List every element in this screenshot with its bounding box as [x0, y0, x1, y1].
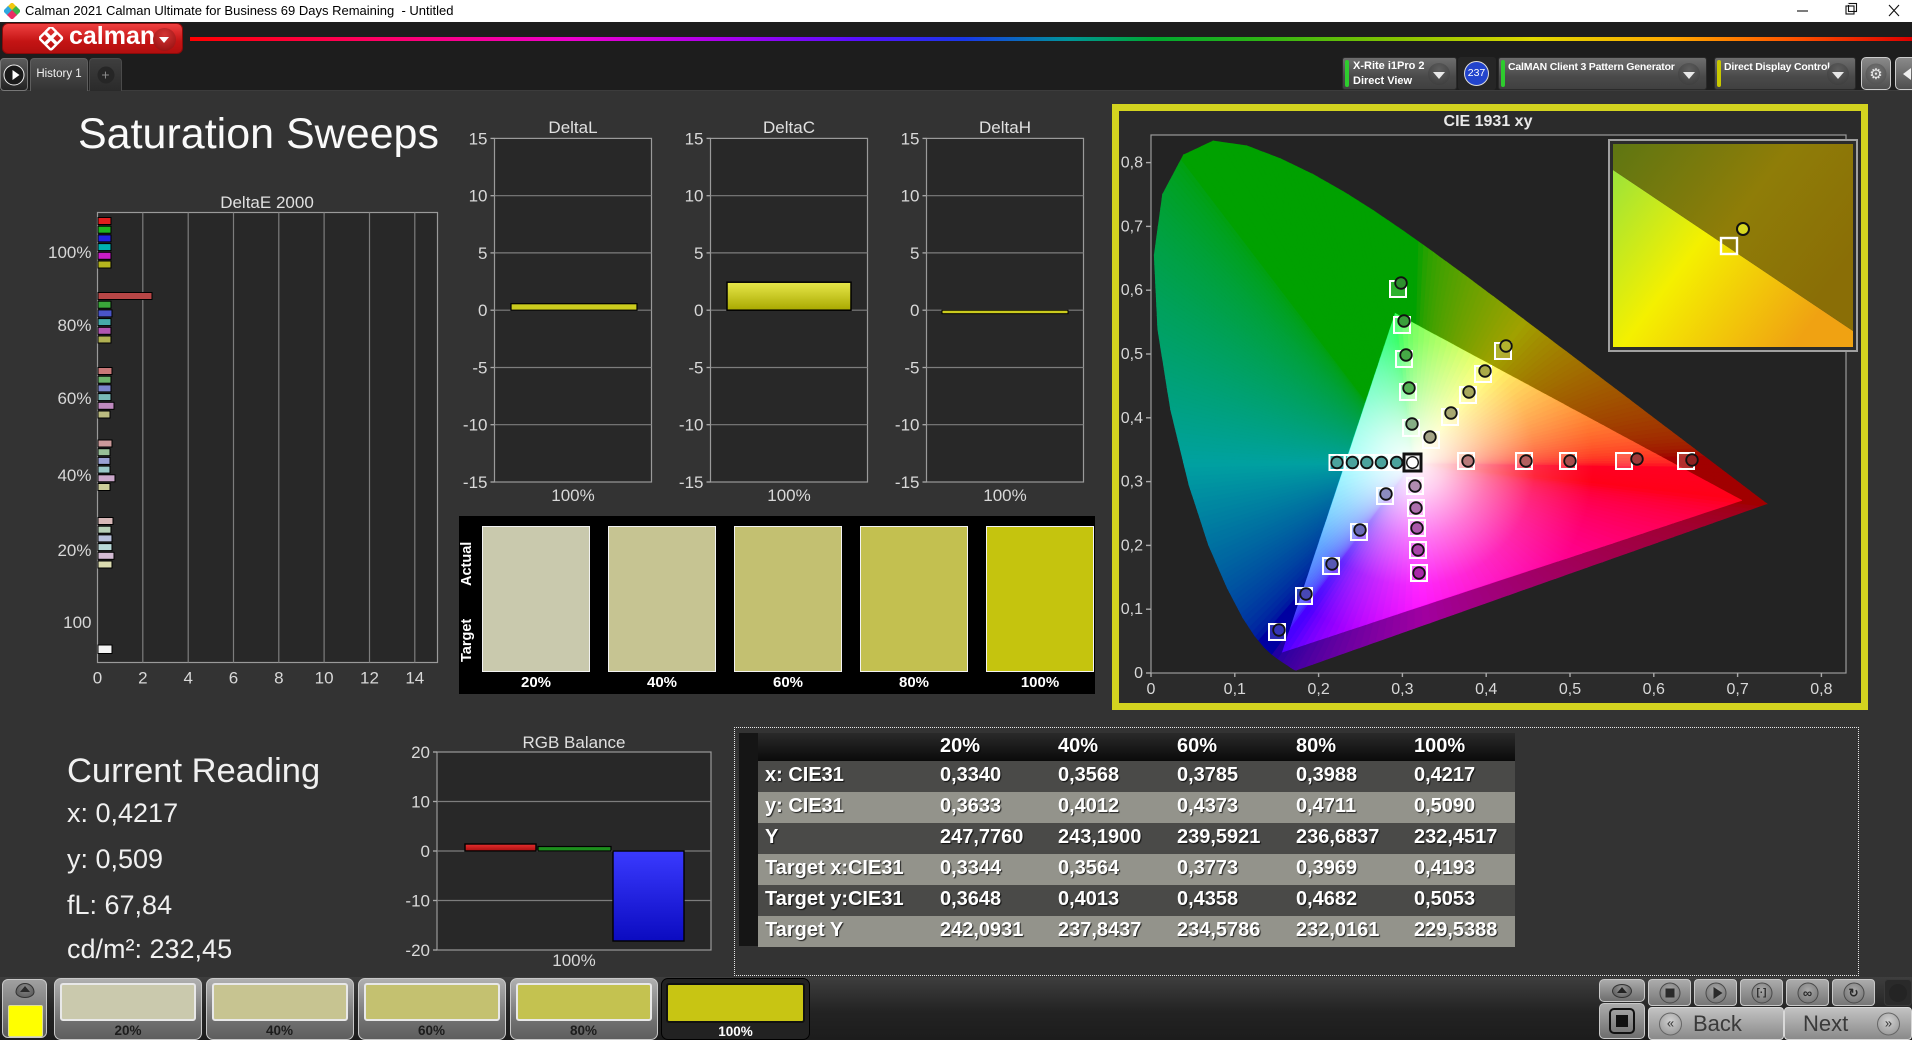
- svg-text:0,2: 0,2: [1307, 681, 1329, 698]
- svg-text:5: 5: [694, 244, 703, 263]
- svg-text:10: 10: [411, 793, 430, 812]
- svg-text:20: 20: [411, 743, 430, 762]
- svg-text:12: 12: [360, 669, 379, 688]
- svg-text:100%: 100%: [983, 486, 1026, 505]
- svg-text:0,1: 0,1: [1224, 681, 1246, 698]
- svg-text:RGB Balance: RGB Balance: [523, 733, 626, 752]
- svg-text:0: 0: [910, 301, 919, 320]
- svg-text:DeltaC: DeltaC: [763, 118, 815, 137]
- svg-text:0,3: 0,3: [1391, 681, 1413, 698]
- svg-text:15: 15: [901, 129, 920, 148]
- svg-text:0,8: 0,8: [1121, 155, 1143, 172]
- svg-text:2: 2: [138, 669, 147, 688]
- svg-text:0: 0: [1134, 665, 1143, 682]
- svg-text:14: 14: [405, 669, 424, 688]
- svg-text:-10: -10: [405, 892, 430, 911]
- svg-text:15: 15: [685, 129, 704, 148]
- svg-text:-10: -10: [895, 416, 920, 435]
- svg-text:0: 0: [93, 669, 102, 688]
- svg-text:60%: 60%: [57, 389, 91, 408]
- svg-text:0,4: 0,4: [1121, 410, 1143, 427]
- svg-text:CIE 1931 xy: CIE 1931 xy: [1444, 113, 1533, 130]
- svg-text:10: 10: [315, 669, 334, 688]
- svg-text:100%: 100%: [551, 486, 594, 505]
- svg-text:0: 0: [421, 842, 430, 861]
- svg-text:0: 0: [478, 301, 487, 320]
- svg-text:0,1: 0,1: [1121, 601, 1143, 618]
- svg-text:100%: 100%: [767, 486, 810, 505]
- svg-text:40%: 40%: [57, 466, 91, 485]
- svg-text:-15: -15: [895, 473, 920, 492]
- svg-text:15: 15: [469, 129, 488, 148]
- svg-text:8: 8: [274, 669, 283, 688]
- svg-text:0,5: 0,5: [1559, 681, 1581, 698]
- svg-text:100: 100: [63, 613, 91, 632]
- svg-text:DeltaL: DeltaL: [548, 118, 597, 137]
- svg-text:-10: -10: [463, 416, 488, 435]
- svg-text:100%: 100%: [552, 951, 595, 970]
- svg-text:-15: -15: [463, 473, 488, 492]
- svg-text:6: 6: [229, 669, 238, 688]
- svg-text:DeltaH: DeltaH: [979, 118, 1031, 137]
- svg-text:0,6: 0,6: [1643, 681, 1665, 698]
- svg-text:0,2: 0,2: [1121, 537, 1143, 554]
- svg-text:20%: 20%: [57, 541, 91, 560]
- svg-text:0,4: 0,4: [1475, 681, 1497, 698]
- svg-text:80%: 80%: [57, 316, 91, 335]
- svg-text:100%: 100%: [48, 243, 91, 262]
- svg-text:-20: -20: [405, 941, 430, 960]
- svg-text:0,5: 0,5: [1121, 346, 1143, 363]
- svg-text:10: 10: [685, 187, 704, 206]
- svg-text:0: 0: [1147, 681, 1156, 698]
- svg-text:10: 10: [901, 187, 920, 206]
- svg-text:4: 4: [183, 669, 192, 688]
- svg-text:DeltaE 2000: DeltaE 2000: [220, 193, 314, 212]
- svg-text:10: 10: [469, 187, 488, 206]
- svg-text:0,7: 0,7: [1121, 218, 1143, 235]
- svg-text:0,6: 0,6: [1121, 282, 1143, 299]
- svg-text:0,8: 0,8: [1810, 681, 1832, 698]
- svg-text:0,7: 0,7: [1726, 681, 1748, 698]
- svg-text:-15: -15: [679, 473, 704, 492]
- svg-text:0,3: 0,3: [1121, 474, 1143, 491]
- svg-text:5: 5: [910, 244, 919, 263]
- svg-text:0: 0: [694, 301, 703, 320]
- svg-text:5: 5: [478, 244, 487, 263]
- svg-text:-10: -10: [679, 416, 704, 435]
- svg-text:-5: -5: [904, 359, 919, 378]
- svg-text:-5: -5: [688, 359, 703, 378]
- svg-text:-5: -5: [472, 359, 487, 378]
